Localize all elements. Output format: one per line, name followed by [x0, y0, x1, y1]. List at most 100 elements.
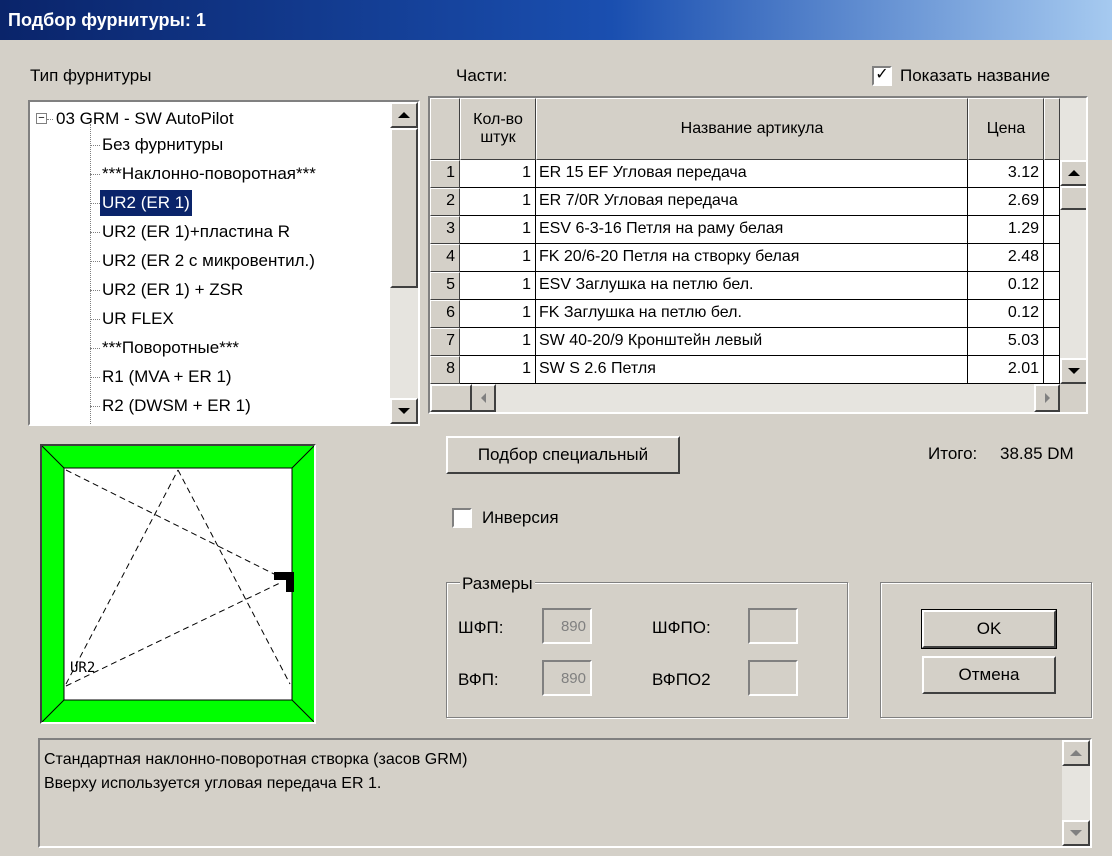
qty-cell[interactable]: 1: [460, 160, 536, 188]
arrow-up-icon: [1070, 750, 1082, 756]
sizes-label: Размеры: [460, 574, 535, 594]
table-scroll-thumb[interactable]: [1060, 186, 1086, 210]
row-number[interactable]: 7: [430, 328, 460, 356]
qty-cell[interactable]: 1: [460, 356, 536, 384]
article-name-cell[interactable]: ER 15 EF Угловая передача: [536, 160, 968, 188]
tree-scroll-down-button[interactable]: [390, 398, 418, 424]
table-hscrollbar[interactable]: [470, 384, 1060, 412]
tree-item[interactable]: R2 (DWSM + ER 1): [30, 393, 390, 419]
extra-cell[interactable]: [1044, 244, 1060, 272]
tree-item-label: UR2 (ER 1)+пластина R: [102, 222, 290, 241]
qty-cell[interactable]: 1: [460, 244, 536, 272]
qty-cell[interactable]: 1: [460, 272, 536, 300]
tree-connector: [90, 174, 100, 175]
tree-item[interactable]: ***Поворотные***: [30, 335, 390, 361]
show-name-label[interactable]: Показать название: [900, 66, 1050, 86]
shfp-field[interactable]: 890: [542, 608, 592, 644]
tree-item-label: R2 (DWSM + ER 1): [102, 396, 251, 415]
row-number[interactable]: 4: [430, 244, 460, 272]
extra-cell[interactable]: [1044, 300, 1060, 328]
tree-item[interactable]: UR2 (ER 1) + ZSR: [30, 277, 390, 303]
description-box[interactable]: Стандартная наклонно-поворотная створка …: [38, 738, 1092, 848]
sizes-groupbox: [446, 582, 848, 718]
extra-column-header: [1044, 98, 1060, 160]
price-cell[interactable]: 0.12: [968, 272, 1044, 300]
table-scroll-right-button[interactable]: [1034, 384, 1060, 412]
price-cell[interactable]: 5.03: [968, 328, 1044, 356]
collapse-icon[interactable]: −: [36, 113, 47, 124]
hardware-type-tree[interactable]: − 03 GRM - SW AutoPilot Без фурнитуры ***…: [28, 100, 420, 426]
arrow-left-icon: [480, 393, 486, 403]
price-column-header[interactable]: Цена: [968, 98, 1044, 160]
inversion-checkbox[interactable]: [452, 508, 472, 528]
price-cell[interactable]: 1.29: [968, 216, 1044, 244]
qty-column-header[interactable]: Кол-во штук: [460, 98, 536, 160]
tree-item[interactable]: R1 (MVA + ER 1): [30, 364, 390, 390]
tree-connector: [90, 203, 100, 204]
article-name-cell[interactable]: ESV 6-3-16 Петля на раму белая: [536, 216, 968, 244]
table-scrollbar[interactable]: [1060, 160, 1086, 384]
name-column-header[interactable]: Название артикула: [536, 98, 968, 160]
tree-root[interactable]: − 03 GRM - SW AutoPilot: [30, 106, 390, 132]
hscroll-left-filler: [430, 384, 472, 412]
vfpo-field[interactable]: [748, 660, 798, 696]
description-scroll-down-button[interactable]: [1062, 820, 1090, 846]
shfpo-field[interactable]: [748, 608, 798, 644]
article-name-cell[interactable]: FK Заглушка на петлю бел.: [536, 300, 968, 328]
tree-scroll-thumb[interactable]: [390, 128, 418, 288]
tree-item[interactable]: UR2 (ER 1): [30, 189, 390, 217]
table-corner-header: [430, 98, 460, 160]
article-name-cell[interactable]: SW 40-20/9 Кронштейн левый: [536, 328, 968, 356]
tree-item-label: R1 (MVA + ER 1): [102, 367, 232, 386]
description-scrollbar[interactable]: [1062, 740, 1090, 846]
tree-item-label: UR2 (ER 1): [99, 189, 193, 217]
price-cell[interactable]: 3.12: [968, 160, 1044, 188]
qty-cell[interactable]: 1: [460, 300, 536, 328]
price-cell[interactable]: 2.69: [968, 188, 1044, 216]
tree-item[interactable]: ***Наклонно-поворотная***: [30, 161, 390, 187]
extra-cell[interactable]: [1044, 188, 1060, 216]
table-scroll-left-button[interactable]: [470, 384, 496, 412]
row-number[interactable]: 1: [430, 160, 460, 188]
show-name-checkbox[interactable]: ✓: [872, 66, 892, 86]
sash-diagram: [42, 446, 314, 722]
row-number[interactable]: 2: [430, 188, 460, 216]
extra-cell[interactable]: [1044, 216, 1060, 244]
qty-cell[interactable]: 1: [460, 328, 536, 356]
special-selection-button[interactable]: Подбор специальный: [446, 436, 680, 474]
extra-cell[interactable]: [1044, 328, 1060, 356]
table-scroll-down-button[interactable]: [1060, 358, 1086, 384]
price-cell[interactable]: 2.01: [968, 356, 1044, 384]
row-number[interactable]: 5: [430, 272, 460, 300]
tree-connector: [90, 319, 100, 320]
vfp-field[interactable]: 890: [542, 660, 592, 696]
article-name-cell[interactable]: FK 20/6-20 Петля на створку белая: [536, 244, 968, 272]
tree-item[interactable]: Без фурнитуры: [30, 132, 390, 158]
tree-item[interactable]: UR2 (ER 2 с микровентил.): [30, 248, 390, 274]
extra-cell[interactable]: [1044, 160, 1060, 188]
description-line-2: Вверху используется угловая передача ER …: [44, 775, 382, 792]
arrow-down-icon: [1070, 830, 1082, 836]
article-name-cell[interactable]: ESV Заглушка на петлю бел.: [536, 272, 968, 300]
ok-button[interactable]: OK: [921, 609, 1057, 649]
tree-scrollbar[interactable]: [390, 102, 418, 424]
tree-scroll-up-button[interactable]: [390, 102, 418, 128]
table-scroll-up-button[interactable]: [1060, 160, 1086, 186]
parts-table[interactable]: Кол-во штук Название артикула Цена 1 1 ER …: [428, 96, 1088, 414]
price-cell[interactable]: 2.48: [968, 244, 1044, 272]
row-number[interactable]: 6: [430, 300, 460, 328]
qty-cell[interactable]: 1: [460, 216, 536, 244]
qty-cell[interactable]: 1: [460, 188, 536, 216]
tree-item[interactable]: UR2 (ER 1)+пластина R: [30, 219, 390, 245]
tree-item[interactable]: UR FLEX: [30, 306, 390, 332]
extra-cell[interactable]: [1044, 272, 1060, 300]
cancel-button[interactable]: Отмена: [922, 656, 1056, 694]
row-number[interactable]: 3: [430, 216, 460, 244]
description-scroll-up-button[interactable]: [1062, 740, 1090, 766]
extra-cell[interactable]: [1044, 356, 1060, 384]
price-cell[interactable]: 0.12: [968, 300, 1044, 328]
article-name-cell[interactable]: ER 7/0R Угловая передача: [536, 188, 968, 216]
row-number[interactable]: 8: [430, 356, 460, 384]
article-name-cell[interactable]: SW S 2.6 Петля: [536, 356, 968, 384]
inversion-label[interactable]: Инверсия: [482, 508, 559, 528]
